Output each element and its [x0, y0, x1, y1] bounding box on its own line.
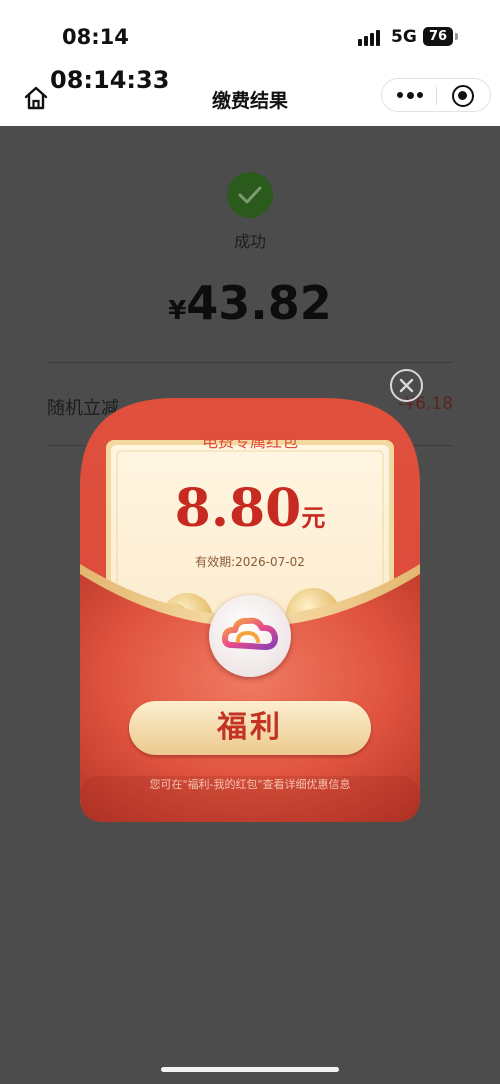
target-icon[interactable] [452, 85, 474, 107]
red-packet-amount-unit: 元 [301, 503, 326, 532]
cloud-logo-icon [209, 595, 291, 677]
red-packet-amount-value: 8.80 [174, 478, 302, 539]
currency-symbol: ¥ [168, 296, 187, 326]
battery-tip [455, 33, 458, 40]
status-time: 08:14 [62, 25, 129, 49]
check-circle-icon [227, 172, 273, 218]
network-label: 5G [391, 27, 417, 47]
success-label: 成功 [233, 232, 266, 251]
status-bar: 08:14 5G 76 [0, 0, 500, 62]
red-packet-tip: 您可在"福利-我的红包"查看详细优惠信息 [149, 778, 351, 791]
welfare-button[interactable]: 福利 [129, 701, 371, 755]
red-packet-amount: 8.80元 [0, 478, 500, 539]
paid-amount: ¥43.82 [0, 276, 500, 330]
home-indicator[interactable] [161, 1067, 339, 1072]
capsule-divider [436, 87, 437, 105]
mini-program-capsule [381, 78, 491, 112]
signal-icon [358, 28, 384, 46]
more-icon[interactable] [397, 91, 423, 100]
red-packet-title: 电费专属红包 [201, 432, 298, 451]
nav-bar: 08:14:33 缴费结果 [0, 62, 500, 126]
amount-value: 43.82 [186, 276, 332, 330]
battery-icon: 76 [423, 27, 453, 46]
divider [47, 362, 453, 363]
red-packet-validity: 有效期:2026-07-02 [195, 555, 305, 569]
